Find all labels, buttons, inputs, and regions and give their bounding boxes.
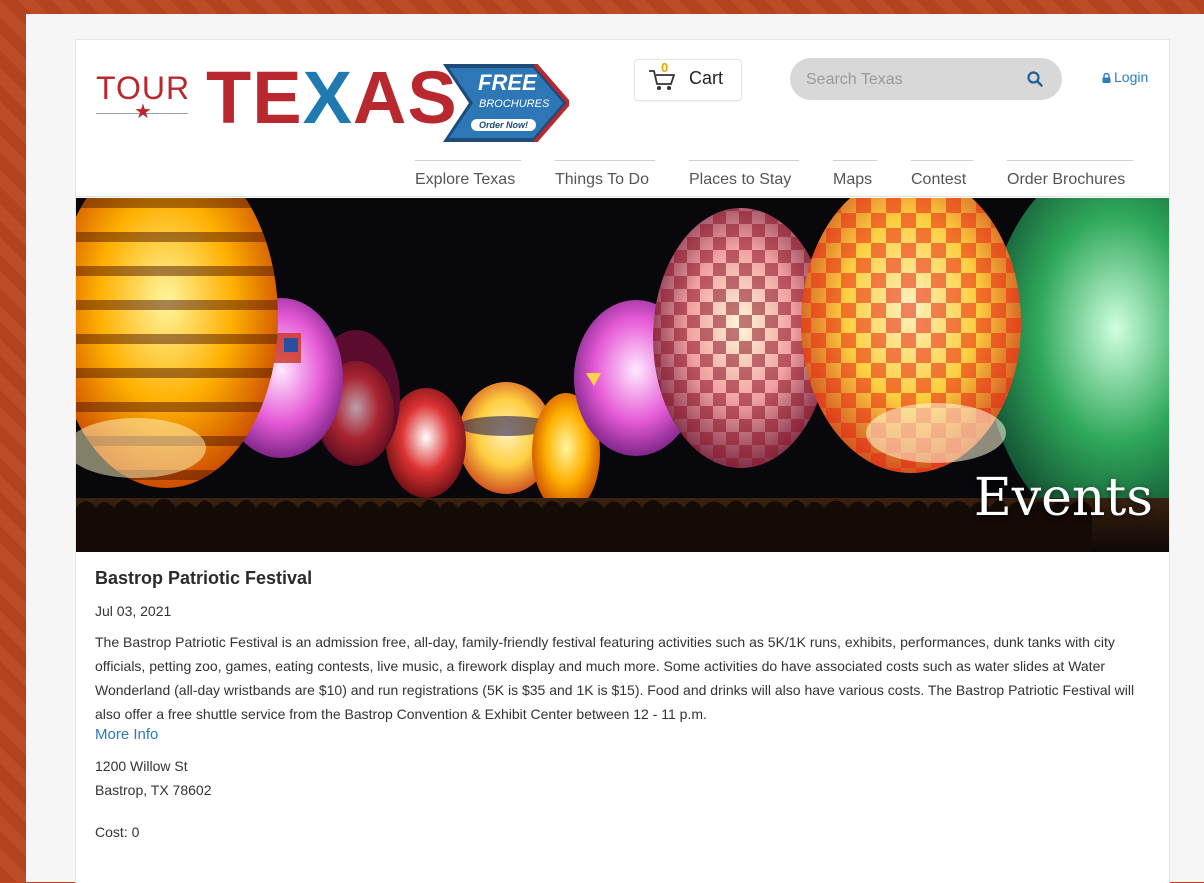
lock-icon [1102, 73, 1111, 83]
nav-contest[interactable]: Contest [911, 160, 973, 194]
nav-places-to-stay[interactable]: Places to Stay [689, 160, 799, 194]
cart-label: Cart [689, 68, 724, 88]
event-details: Bastrop Patriotic Festival Jul 03, 2021 … [95, 568, 1155, 840]
address-street: 1200 Willow St [95, 758, 188, 774]
event-address: 1200 Willow St Bastrop, TX 78602 [95, 754, 1155, 802]
event-description: The Bastrop Patriotic Festival is an adm… [95, 634, 1135, 722]
badge-brochures-text: BROCHURES [479, 98, 550, 110]
login-link[interactable]: Login [1102, 69, 1148, 85]
badge-free-text: FREE [478, 70, 537, 95]
tour-texas-logo[interactable]: TOUR ★ TEXAS FREE BROCHURES Order Now! [96, 58, 576, 146]
events-hero-banner: Events [76, 198, 1169, 552]
hero-title: Events [973, 468, 1153, 528]
search-bar [790, 58, 1062, 100]
more-info-link[interactable]: More Info [95, 726, 158, 743]
badge-order-now[interactable]: Order Now! [471, 119, 537, 131]
search-icon[interactable] [1026, 70, 1044, 88]
nav-order-brochures[interactable]: Order Brochures [1007, 160, 1133, 194]
page-container: TOUR ★ TEXAS FREE BROCHURES Order Now! 0… [75, 39, 1170, 883]
nav-things-to-do[interactable]: Things To Do [555, 160, 655, 194]
cart-count-badge: 0 [661, 60, 669, 75]
main-navigation: Explore Texas Things To Do Places to Sta… [76, 160, 1169, 196]
nav-explore-texas[interactable]: Explore Texas [415, 160, 521, 194]
event-date: Jul 03, 2021 [95, 603, 172, 619]
header-divider [76, 196, 1169, 197]
star-icon: ★ [134, 101, 152, 123]
event-cost: Cost: 0 [95, 824, 140, 840]
cart-button[interactable]: 0 Cart [634, 59, 742, 101]
nav-maps[interactable]: Maps [833, 160, 877, 194]
logo-texas-text: TEXAS [206, 58, 458, 138]
logo-texas-letters: TEXAS [206, 56, 458, 139]
event-title: Bastrop Patriotic Festival [95, 568, 313, 588]
search-input[interactable] [804, 67, 1018, 93]
login-label: Login [1114, 69, 1149, 85]
address-city: Bastrop, TX 78602 [95, 782, 212, 798]
